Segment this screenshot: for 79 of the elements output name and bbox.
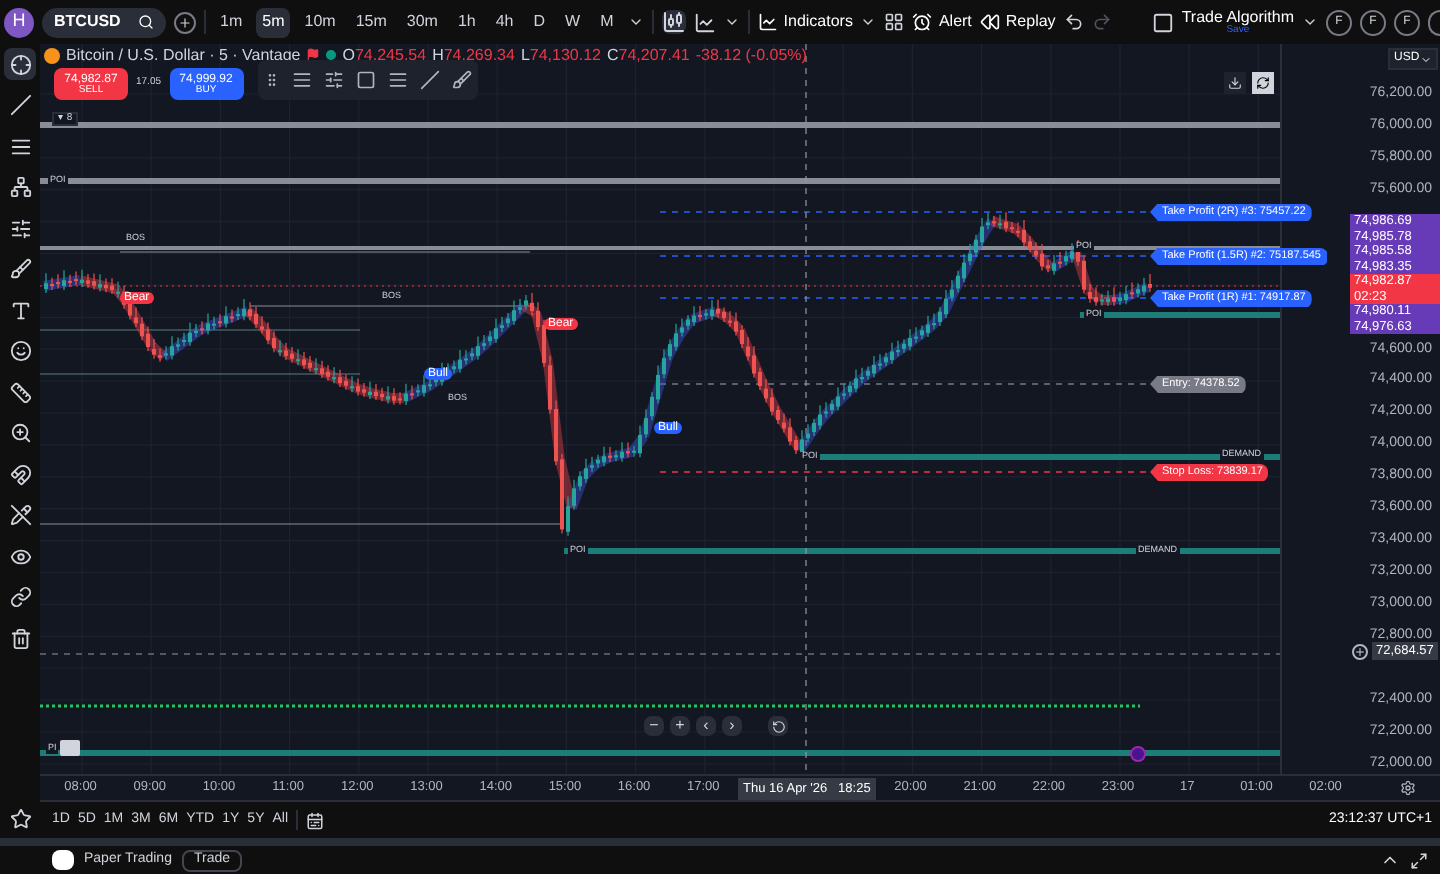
download-icon xyxy=(1228,76,1242,90)
avatar[interactable]: H xyxy=(4,7,34,37)
zoom-in-icon xyxy=(9,422,31,444)
rewind-icon xyxy=(979,12,1000,32)
ohlc-value: C74,207.41 xyxy=(606,43,690,67)
search-icon xyxy=(138,14,154,30)
interval-tab[interactable]: W xyxy=(559,7,587,37)
nodes-icon xyxy=(9,176,31,198)
interval-tab[interactable]: 10m xyxy=(298,7,342,37)
grid-icon[interactable] xyxy=(884,12,905,32)
chart-nav-button[interactable]: + xyxy=(670,716,690,736)
drag-handle-icon[interactable] xyxy=(264,72,280,88)
caret-icon[interactable] xyxy=(627,14,644,30)
interval-tab[interactable]: 4h xyxy=(489,7,520,37)
add-icon[interactable] xyxy=(1352,643,1368,659)
line-icon[interactable] xyxy=(420,70,440,90)
star-icon[interactable] xyxy=(9,808,31,830)
alarm-clock-icon xyxy=(912,12,933,32)
interval-tab[interactable]: 1h xyxy=(451,7,482,37)
maximize-icon[interactable] xyxy=(1410,851,1428,869)
redo-icon[interactable] xyxy=(1091,12,1112,32)
square-icon[interactable] xyxy=(356,70,376,90)
smile-icon xyxy=(9,340,31,362)
ohlc-value: O74,245.54 xyxy=(342,43,427,67)
symbol-search-field[interactable]: BTCUSD xyxy=(42,7,166,37)
interval-tab[interactable]: 5m xyxy=(256,7,291,37)
lines-icon[interactable] xyxy=(292,70,312,90)
interval-tab[interactable]: 30m xyxy=(400,7,444,37)
chart-nav-button[interactable]: ‹ xyxy=(696,716,716,736)
add-symbol-icon[interactable] xyxy=(174,11,196,33)
line-icon xyxy=(9,94,31,116)
trash-icon xyxy=(9,627,31,649)
reset-icon xyxy=(771,719,785,733)
ohlc-value: L74,130.12 xyxy=(520,43,601,67)
ruler-icon xyxy=(9,381,31,403)
sliders-icon xyxy=(9,217,31,239)
chart-nav-button[interactable]: › xyxy=(722,716,742,736)
alert-button[interactable]: Alert xyxy=(912,10,972,34)
caret-icon xyxy=(1420,53,1432,65)
price-change: -38.12 (-0.05%) xyxy=(695,43,807,67)
undo-icon[interactable] xyxy=(1063,12,1084,32)
bitcoin-logo-icon xyxy=(44,47,60,63)
brush-icon xyxy=(9,258,31,280)
tool-button[interactable] xyxy=(4,48,36,80)
refresh-icon xyxy=(1256,76,1270,90)
eye-icon xyxy=(9,545,31,567)
line-chart-icon[interactable] xyxy=(693,11,716,33)
brush-icon[interactable] xyxy=(452,70,472,90)
interval-tab[interactable]: M xyxy=(594,7,620,37)
caret-icon[interactable] xyxy=(1302,14,1318,30)
calendar-icon[interactable] xyxy=(306,811,325,829)
interval-tab[interactable]: 15m xyxy=(349,7,393,37)
refresh-button[interactable] xyxy=(1252,72,1274,94)
download-button[interactable] xyxy=(1224,72,1246,94)
interval-tab[interactable]: 1m xyxy=(214,7,249,37)
caret-icon[interactable] xyxy=(723,14,740,30)
chart-icon xyxy=(757,12,778,32)
chart-nav-button[interactable]: − xyxy=(644,716,664,736)
interval-tab[interactable]: D xyxy=(527,7,552,37)
lines-icon xyxy=(9,135,31,157)
candles-icon[interactable] xyxy=(661,10,686,34)
text-icon xyxy=(9,299,31,321)
lines-icon[interactable] xyxy=(388,70,408,90)
flag-icon xyxy=(306,48,321,62)
ohlc-value: H74,269.34 xyxy=(432,43,515,67)
reset-button[interactable] xyxy=(768,716,788,736)
indicators-button[interactable]: Indicators xyxy=(757,10,853,34)
circle-marker-icon xyxy=(1130,746,1146,762)
link-icon xyxy=(9,586,31,608)
square-icon[interactable] xyxy=(1151,11,1174,33)
symbol-title: Bitcoin / U.S. Dollar · 5 · Vantage xyxy=(66,43,301,67)
caret-icon[interactable] xyxy=(860,14,877,30)
pencil-icon xyxy=(9,504,31,526)
crosshair-icon xyxy=(9,53,31,75)
settings-icon[interactable] xyxy=(1400,780,1416,796)
replay-button[interactable]: Replay xyxy=(979,10,1056,34)
magnet-icon xyxy=(9,463,31,485)
sliders-icon[interactable] xyxy=(324,70,344,90)
profile-button[interactable] xyxy=(1428,9,1440,35)
